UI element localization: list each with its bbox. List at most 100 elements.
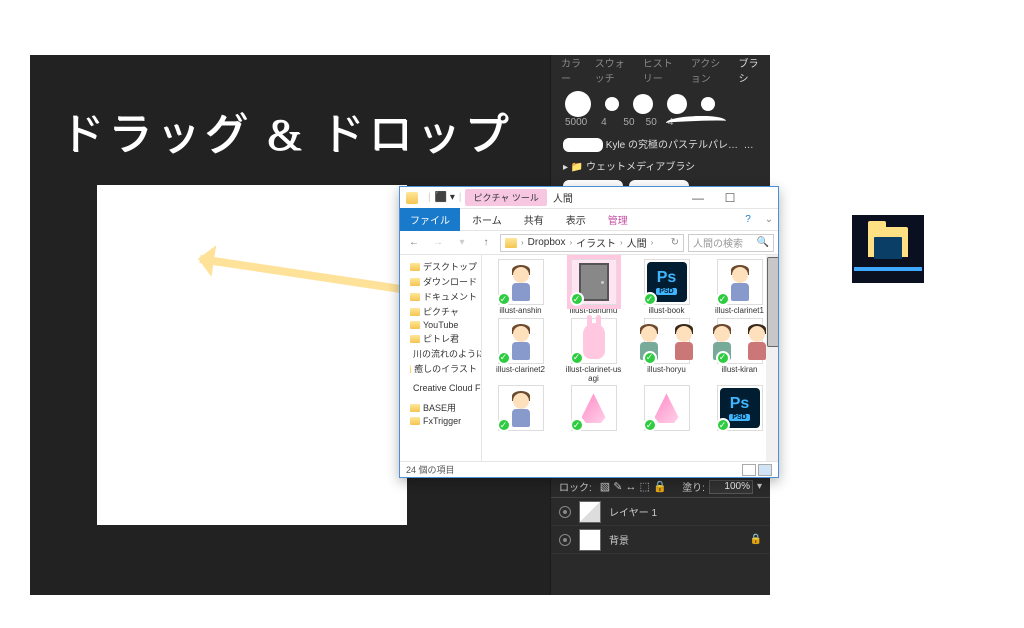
file-name: illust-clarinet2 (496, 366, 545, 375)
ribbon-view[interactable]: 表示 (556, 208, 596, 231)
file-item[interactable]: ✓ (484, 385, 557, 433)
nav-item[interactable]: 癒しのイラスト (400, 361, 481, 376)
ribbon-file[interactable]: ファイル (400, 208, 460, 231)
fill-label: 塗り: (682, 479, 705, 494)
nav-creative-cloud[interactable]: Creative Cloud File… (400, 382, 481, 394)
nav-item[interactable]: ピクチャ (400, 304, 481, 319)
search-input[interactable]: 人間の検索🔍 (688, 234, 774, 252)
scrollbar-thumb[interactable] (767, 257, 778, 347)
lock-icons[interactable]: ▧ ✎ ↔ ⬚ 🔒 (600, 480, 667, 493)
nav-item[interactable]: ダウンロード (400, 274, 481, 289)
preset-folder[interactable]: ▸ 📁 ウェットメディアブラシ (563, 159, 758, 177)
nav-item[interactable]: YouTube (400, 319, 481, 331)
sync-check-icon: ✓ (643, 351, 657, 365)
taskbar-explorer-icon[interactable] (852, 215, 924, 283)
file-name: illust-bariumu (570, 307, 618, 316)
file-item[interactable]: ✓ (557, 385, 630, 433)
sync-check-icon: ✓ (497, 351, 511, 365)
eye-icon[interactable] (559, 534, 571, 546)
view-details-icon[interactable] (742, 464, 756, 476)
file-name: illust-clarinet1 (715, 307, 764, 316)
layer-row[interactable]: レイヤー 1 (551, 498, 770, 526)
layer-thumbnail[interactable] (579, 529, 601, 551)
up-button[interactable]: ↑ (476, 233, 496, 253)
tab-brush[interactable]: ブラシ (739, 55, 761, 85)
tab-color[interactable]: カラー (561, 55, 583, 85)
layers-lock-bar: ロック: ▧ ✎ ↔ ⬚ 🔒 塗り: ▾ (551, 476, 770, 498)
explorer-titlebar[interactable]: | ⬛ ▾ | ピクチャ ツール 人間 — ☐ ✕ (400, 187, 778, 209)
item-count: 24 個の項目 (406, 463, 455, 476)
explorer-window: | ⬛ ▾ | ピクチャ ツール 人間 — ☐ ✕ ファイル ホーム 共有 表示… (399, 186, 779, 478)
ribbon-home[interactable]: ホーム (462, 208, 512, 231)
headline-text: ドラッグ & ドロップ (60, 98, 512, 162)
maximize-button[interactable]: ☐ (714, 187, 746, 209)
preset-row[interactable]: Kyle の究極のパステルパレ… Kyle の消しゴム - 自然なエッ… (563, 137, 758, 155)
file-explorer-icon (868, 227, 908, 257)
taskbar-active-indicator (854, 267, 922, 271)
breadcrumb[interactable]: › Dropbox› イラスト› 人間› ↻ (500, 234, 684, 252)
panel-tabs[interactable]: カラー スウォッチ ヒストリー アクション ブラシ (551, 55, 770, 85)
search-icon: 🔍 (757, 237, 769, 248)
brush-preview-small2[interactable] (701, 97, 715, 111)
sync-check-icon: ✓ (643, 292, 657, 306)
fill-input[interactable] (709, 480, 753, 494)
nav-item[interactable]: FxTrigger (400, 415, 481, 427)
view-icons-icon[interactable] (758, 464, 772, 476)
explorer-file-pane[interactable]: ✓illust-anshin✓illust-bariumuPsPSD✓illus… (482, 255, 778, 461)
breadcrumb-item[interactable]: イラスト (576, 235, 616, 250)
file-item[interactable]: ✓ (630, 385, 703, 433)
brush-preview-med[interactable] (633, 94, 653, 114)
photoshop-canvas[interactable] (97, 185, 407, 525)
brush-preview-large[interactable] (565, 91, 591, 117)
back-button[interactable]: ← (404, 233, 424, 253)
file-name: illust-kiran (721, 366, 757, 375)
ribbon-share[interactable]: 共有 (514, 208, 554, 231)
help-icon[interactable]: ? (738, 214, 758, 225)
explorer-statusbar: 24 個の項目 (400, 461, 778, 477)
file-item[interactable]: ✓illust-anshin (484, 259, 557, 316)
sync-check-icon: ✓ (716, 351, 730, 365)
nav-item[interactable]: ピトレ君 (400, 331, 481, 346)
ribbon-manage[interactable]: 管理 (598, 208, 638, 231)
sync-check-icon: ✓ (570, 292, 584, 306)
folder-icon (505, 238, 517, 248)
layer-thumbnail[interactable] (579, 501, 601, 523)
file-item[interactable]: PsPSD✓illust-book (630, 259, 703, 316)
breadcrumb-item[interactable]: 人間 (627, 235, 647, 250)
brush-preview-small[interactable] (605, 97, 619, 111)
file-item[interactable]: ✓illust-clarinet-usagi (557, 318, 630, 384)
collapse-ribbon-icon[interactable]: ⌄ (760, 214, 778, 225)
sync-check-icon: ✓ (716, 292, 730, 306)
window-title: 人間 (553, 190, 573, 205)
explorer-nav-pane[interactable]: ★クイック アクセス デスクトップダウンロードドキュメントピクチャYouTube… (400, 255, 482, 461)
context-tab[interactable]: ピクチャ ツール (465, 189, 546, 206)
nav-item[interactable]: デスクトップ (400, 259, 481, 274)
close-button[interactable]: ✕ (746, 187, 778, 209)
refresh-icon[interactable]: ↻ (671, 237, 679, 248)
layers-panel: ロック: ▧ ✎ ↔ ⬚ 🔒 塗り: ▾ レイヤー 1 背景 🔒 (551, 475, 770, 595)
breadcrumb-item[interactable]: Dropbox (528, 237, 566, 248)
sync-check-icon: ✓ (643, 418, 657, 432)
tab-actions[interactable]: アクション (691, 55, 727, 85)
nav-item[interactable]: BASE用 (400, 400, 481, 415)
file-item[interactable]: ✓illust-horyu (630, 318, 703, 384)
tab-history[interactable]: ヒストリー (643, 55, 679, 85)
minimize-button[interactable]: — (682, 187, 714, 209)
eye-icon[interactable] (559, 506, 571, 518)
tab-swatch[interactable]: スウォッチ (595, 55, 631, 85)
scrollbar[interactable] (766, 255, 778, 461)
recent-button[interactable]: ▾ (452, 233, 472, 253)
layer-name: 背景 (609, 532, 629, 547)
chevron-down-icon[interactable]: ▾ (757, 481, 762, 492)
layer-name: レイヤー 1 (609, 504, 657, 519)
nav-item[interactable]: 川の流れのように2 (400, 346, 481, 361)
sync-check-icon: ✓ (570, 418, 584, 432)
brush-preview-med2[interactable] (667, 94, 687, 114)
file-item[interactable]: ✓illust-bariumu (557, 259, 630, 316)
layer-row[interactable]: 背景 🔒 (551, 526, 770, 554)
forward-button[interactable]: → (428, 233, 448, 253)
explorer-address-bar: ← → ▾ ↑ › Dropbox› イラスト› 人間› ↻ 人間の検索🔍 (400, 231, 778, 255)
file-item[interactable]: ✓illust-clarinet2 (484, 318, 557, 384)
nav-item[interactable]: ドキュメント (400, 289, 481, 304)
explorer-ribbon: ファイル ホーム 共有 表示 管理 ? ⌄ (400, 209, 778, 231)
